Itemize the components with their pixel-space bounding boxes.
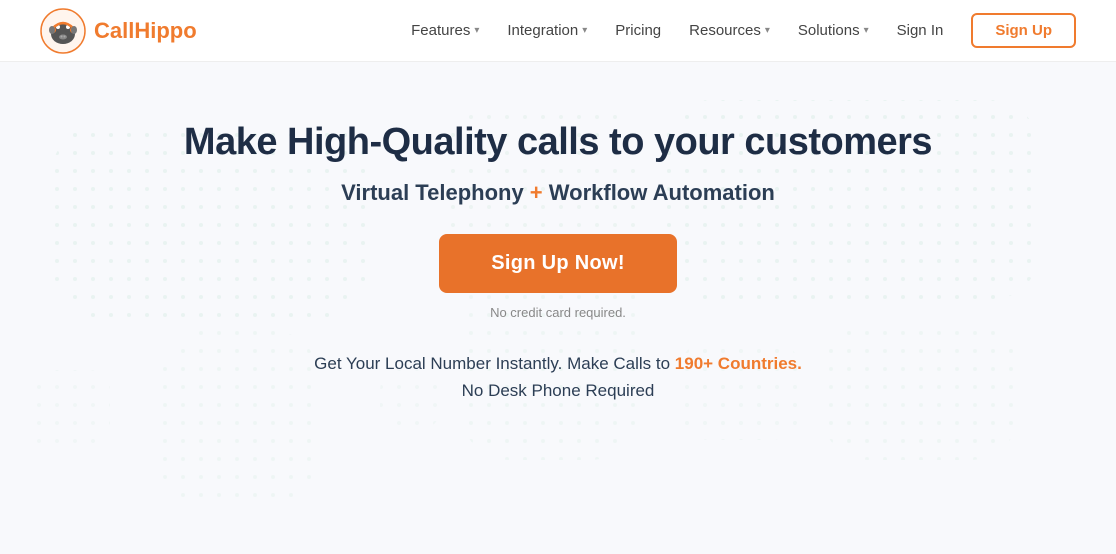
- logo[interactable]: CallHippo: [40, 8, 197, 54]
- nav-features[interactable]: Features ▾: [411, 22, 479, 39]
- main-nav: Features ▾ Integration ▾ Pricing Resourc…: [411, 13, 1076, 48]
- nav-resources[interactable]: Resources ▾: [689, 22, 770, 39]
- chevron-down-icon: ▾: [582, 25, 587, 36]
- signup-now-button[interactable]: Sign Up Now!: [439, 234, 677, 293]
- chevron-down-icon: ▾: [474, 25, 479, 36]
- hero-title: Make High-Quality calls to your customer…: [184, 120, 932, 166]
- logo-icon: [40, 8, 86, 54]
- hero-bottom-text: Get Your Local Number Instantly. Make Ca…: [314, 350, 802, 404]
- nav-signin[interactable]: Sign In: [897, 22, 944, 39]
- chevron-down-icon: ▾: [765, 25, 770, 36]
- hero-section: Make High-Quality calls to your customer…: [0, 62, 1116, 404]
- no-credit-text: No credit card required.: [490, 305, 626, 320]
- header: CallHippo Features ▾ Integration ▾ Prici…: [0, 0, 1116, 62]
- nav-solutions[interactable]: Solutions ▾: [798, 22, 869, 39]
- nav-signup-button[interactable]: Sign Up: [971, 13, 1076, 48]
- nav-pricing[interactable]: Pricing: [615, 22, 661, 39]
- logo-text: CallHippo: [94, 18, 197, 44]
- hero-subtitle: Virtual Telephony + Workflow Automation: [341, 180, 775, 206]
- nav-integration[interactable]: Integration ▾: [507, 22, 587, 39]
- chevron-down-icon: ▾: [864, 25, 869, 36]
